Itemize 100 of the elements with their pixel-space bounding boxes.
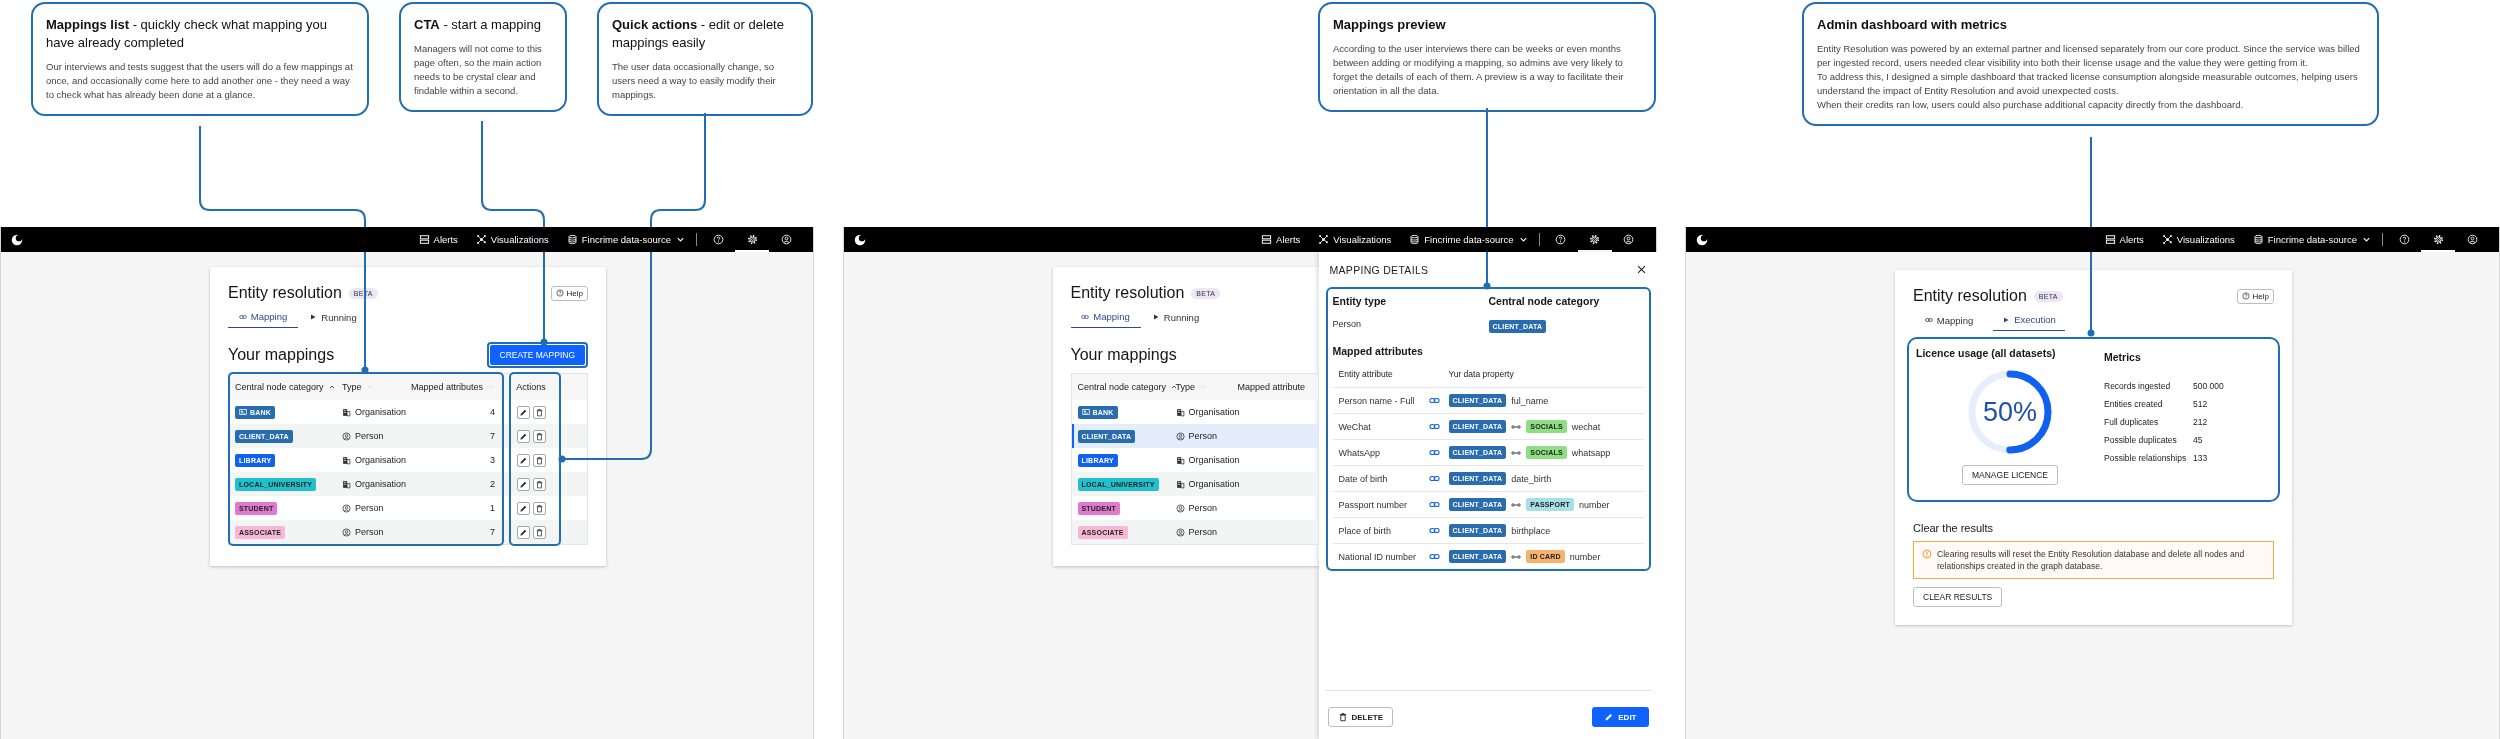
delete-button[interactable]: DELETE xyxy=(1327,707,1394,727)
logo-icon xyxy=(1696,233,1708,246)
edit-button[interactable]: EDIT xyxy=(1592,707,1649,727)
close-button[interactable] xyxy=(1635,264,1647,275)
table-cell: 3 xyxy=(490,455,495,465)
table-cell: wechat xyxy=(1571,421,1601,432)
edit-button[interactable] xyxy=(516,477,530,491)
building-icon xyxy=(342,479,351,489)
delete-button[interactable] xyxy=(532,453,546,467)
table-cell: Organisation xyxy=(355,407,407,417)
delete-button[interactable] xyxy=(532,429,546,443)
person-icon xyxy=(342,527,351,537)
edit-button[interactable] xyxy=(516,501,530,515)
nav-link[interactable]: Visualizations xyxy=(2161,234,2235,245)
user-icon xyxy=(2466,234,2478,245)
section-heading: Mapped attributes xyxy=(1332,345,1424,357)
link-icon xyxy=(1428,395,1440,406)
delete-button[interactable] xyxy=(532,405,546,419)
edit-button[interactable] xyxy=(516,525,530,539)
tab[interactable]: Mapping xyxy=(228,306,298,328)
help-icon xyxy=(2241,292,2250,300)
trash-icon xyxy=(534,527,544,537)
alerts-icon xyxy=(1261,234,1273,245)
table-cell: Organisation xyxy=(1188,479,1240,489)
manage-licence-button[interactable]: MANAGE LICENCE xyxy=(1961,465,2058,485)
nav-link[interactable]: Alerts xyxy=(1261,234,1301,245)
network-icon xyxy=(1318,234,1330,245)
nav-link[interactable]: Alerts xyxy=(418,234,458,245)
callout-title: Admin dashboard with metrics xyxy=(1817,16,2008,34)
data-source-dropdown[interactable]: Fincrime data-source xyxy=(2252,234,2372,245)
database-icon xyxy=(566,234,578,245)
callout-text: Our interviews and tests suggest that the users will do a few mappings at once, and occasionally come here to add another one - they need a way to check what has already been done at a glance. xyxy=(46,60,354,102)
alerts-icon xyxy=(418,234,430,245)
column-header: Yur data property xyxy=(1448,369,1515,379)
building-icon xyxy=(1175,479,1185,489)
field-label: Entity type xyxy=(1332,295,1388,307)
metric-label: Full duplicates xyxy=(2104,417,2160,427)
table-cell: Organisation xyxy=(1188,407,1240,417)
pencil-icon xyxy=(518,527,528,537)
table-cell: Person xyxy=(1188,503,1218,513)
table-cell: 7 xyxy=(490,431,495,441)
column-header: Actions xyxy=(516,382,546,392)
field-value: Person xyxy=(1332,319,1363,329)
link-icon xyxy=(1428,421,1440,432)
logo-icon xyxy=(11,233,23,246)
nav-link[interactable]: Alerts xyxy=(2104,234,2144,245)
column-header: Mapped attribute xyxy=(1237,382,1306,392)
link-icon xyxy=(1428,473,1440,484)
card-icon xyxy=(1081,408,1090,416)
table-cell: 2 xyxy=(490,479,495,489)
warning-icon xyxy=(1922,549,1932,559)
tab[interactable]: Execution xyxy=(1993,309,2065,331)
clear-results-button[interactable]: CLEAR RESULTS xyxy=(1913,587,2003,607)
help-button[interactable]: Help xyxy=(550,285,588,301)
table-cell: Organisation xyxy=(355,479,407,489)
metric-label: Records ingested xyxy=(2104,381,2172,391)
table-cell: Organisation xyxy=(1188,455,1240,465)
delete-button[interactable] xyxy=(532,501,546,515)
nav-link[interactable]: Visualizations xyxy=(475,234,549,245)
table-cell: Person xyxy=(355,527,384,537)
pencil-icon xyxy=(518,455,528,465)
edit-button[interactable] xyxy=(516,429,530,443)
pencil-icon xyxy=(1604,712,1615,722)
trash-icon xyxy=(534,503,544,513)
section-heading: Clear the results xyxy=(1913,522,1995,534)
warning-text: Clearing results will reset the Entity Resolution database and delete all nodes and relationships created in the graph database. xyxy=(1937,548,2246,572)
section-heading: Your mappings xyxy=(228,346,335,364)
building-icon xyxy=(342,455,351,465)
nav-link[interactable]: Visualizations xyxy=(1318,234,1392,245)
tab[interactable]: Running xyxy=(1140,306,1211,328)
tab[interactable]: Running xyxy=(298,306,368,328)
delete-button[interactable] xyxy=(532,525,546,539)
usage-percent: 50% xyxy=(1983,396,2037,428)
network-icon xyxy=(475,234,487,245)
trash-icon xyxy=(534,431,544,441)
metric-label: Possible relationships xyxy=(2104,453,2188,463)
table-cell: number xyxy=(1569,551,1601,562)
table-cell-text: Person name - Full xyxy=(1338,395,1416,406)
page-title: Entity resolution xyxy=(228,284,342,302)
link-icon xyxy=(1428,499,1440,510)
trash-icon xyxy=(1337,712,1348,722)
data-source-dropdown[interactable]: Fincrime data-source xyxy=(1409,234,1529,245)
page-title: Entity resolution xyxy=(1913,287,2027,305)
delete-button[interactable] xyxy=(532,477,546,491)
create-mapping-button[interactable]: CREATE MAPPING xyxy=(489,345,585,365)
table-cell-text: National ID number xyxy=(1338,551,1418,562)
person-icon xyxy=(342,431,351,441)
edit-button[interactable] xyxy=(516,453,530,467)
tab[interactable]: Mapping xyxy=(1913,309,1985,331)
database-icon xyxy=(1409,234,1421,245)
building-icon xyxy=(1175,455,1185,465)
help-button[interactable]: Help xyxy=(2236,288,2274,304)
tab[interactable]: Mapping xyxy=(1070,306,1141,328)
database-icon xyxy=(2252,234,2264,245)
edit-button[interactable] xyxy=(516,405,530,419)
section-heading: Your mappings xyxy=(1070,346,1177,364)
data-source-dropdown[interactable]: Fincrime data-source xyxy=(566,234,686,245)
metric-value: 212 xyxy=(2193,417,2209,427)
link-icon xyxy=(1428,551,1440,562)
table-cell: ful_name xyxy=(1511,395,1549,406)
